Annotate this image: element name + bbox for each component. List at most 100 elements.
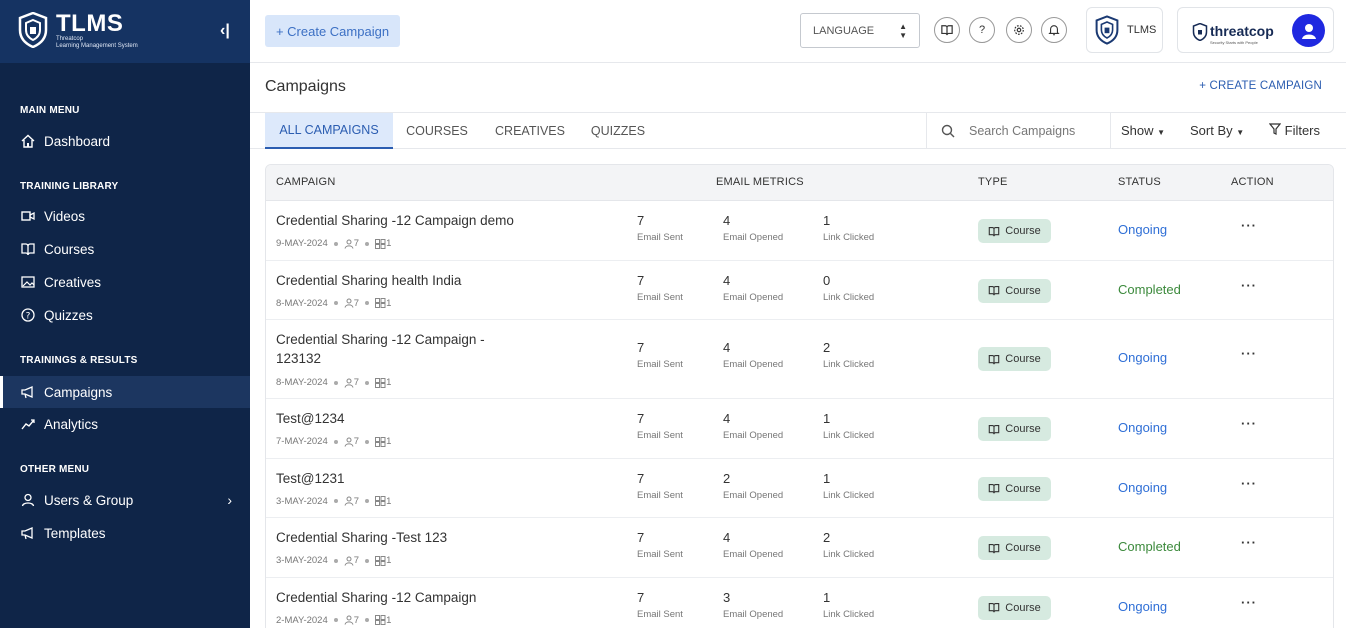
tlms-app-switch[interactable]: TLMS [1086, 7, 1163, 53]
group-count: 1 [375, 436, 391, 447]
user-count: 7 [344, 555, 359, 566]
metric-value: 3 [723, 589, 731, 605]
create-campaign-link[interactable]: + CREATE CAMPAIGN [1199, 80, 1322, 92]
tlms-shield-icon [1095, 15, 1119, 45]
table-row[interactable]: Credential Sharing -Test 123 3-MAY-2024 7 1… [266, 518, 1333, 578]
show-label: Show [1121, 123, 1154, 138]
metric-label: Email Opened [723, 430, 784, 441]
threatcop-profile[interactable]: threatcop Security Starts with People [1177, 7, 1334, 53]
group-count: 1 [375, 377, 391, 388]
status-badge: Ongoing [1118, 598, 1168, 614]
more-actions-icon[interactable]: ··· [1241, 595, 1257, 610]
sidebar-item-dashboard[interactable]: Dashboard [0, 125, 250, 157]
filters-button[interactable]: Filters [1268, 123, 1320, 138]
table-row[interactable]: Test@1234 7-MAY-2024 7 1 7 Email Sent 4 Email O… [266, 399, 1333, 459]
type-badge: Course [978, 278, 1051, 303]
sidebar-item-courses[interactable]: Courses [0, 233, 250, 265]
metric-email-opened: 4 Email Opened [723, 530, 783, 560]
section-title-main-menu: MAIN MENU [20, 105, 80, 116]
metric-value: 1 [823, 470, 831, 486]
more-actions-icon[interactable]: ··· [1241, 535, 1257, 550]
settings-gear-icon[interactable] [1006, 17, 1032, 43]
sidebar-item-label: Dashboard [44, 133, 111, 149]
header-status: STATUS [1118, 176, 1161, 188]
metric-label: Email Opened [723, 232, 784, 243]
table-row[interactable]: Credential Sharing -12 Campaign 2-MAY-202… [266, 578, 1333, 628]
sidebar-item-label: Videos [44, 208, 86, 224]
sidebar-item-users-group[interactable]: Users & Group › [0, 484, 250, 516]
metric-label: Email Sent [637, 291, 683, 303]
group-count: 1 [375, 298, 391, 309]
metric-label: Email Sent [637, 359, 683, 370]
app-name: TLMS [56, 10, 124, 37]
metric-label: Link Clicked [823, 608, 875, 620]
separator-dot [365, 301, 370, 305]
campaign-name[interactable]: Test@1234 [276, 409, 516, 428]
table-row[interactable]: Credential Sharing health India 8-MAY-202… [266, 261, 1333, 320]
search-box[interactable]: Search Campaigns [926, 113, 1111, 149]
user-count-value: 7 [353, 297, 360, 309]
campaign-name[interactable]: Test@1231 [276, 469, 516, 488]
campaign-name[interactable]: Credential Sharing -Test 123 [276, 528, 516, 547]
collapse-sidebar-icon[interactable]: ‹| [220, 22, 230, 40]
create-campaign-button[interactable]: + Create Campaign [265, 15, 400, 47]
more-actions-icon[interactable]: ··· [1241, 476, 1257, 491]
sort-dropdown[interactable]: Sort By ▼ [1190, 123, 1244, 138]
group-count: 1 [375, 555, 391, 566]
tab-quizzes[interactable]: QUIZZES [585, 113, 651, 149]
group-count-icon [375, 377, 386, 388]
separator-dot [365, 558, 370, 563]
help-icon[interactable]: ? [969, 17, 995, 43]
sidebar-item-templates[interactable]: Templates [0, 517, 250, 549]
guide-book-icon[interactable] [934, 17, 960, 43]
group-count-value: 1 [386, 495, 392, 507]
metric-value: 4 [723, 530, 731, 545]
search-input[interactable]: Search Campaigns [969, 124, 1075, 138]
megaphone-icon [20, 525, 36, 541]
language-select[interactable]: LANGUAGE ▲ ▼ [800, 13, 920, 48]
campaign-name[interactable]: Credential Sharing -12 Campaign - 123132 [276, 330, 516, 368]
sidebar-item-label: Creatives [44, 274, 102, 290]
metric-value: 7 [637, 589, 645, 605]
campaign-name[interactable]: Credential Sharing -12 Campaign [276, 588, 516, 607]
campaign-name[interactable]: Credential Sharing health India [276, 271, 516, 290]
more-actions-icon[interactable]: ··· [1241, 218, 1257, 233]
more-actions-icon[interactable]: ··· [1241, 278, 1257, 293]
course-book-icon [989, 354, 1000, 364]
campaign-name[interactable]: Credential Sharing -12 Campaign demo [276, 211, 516, 230]
tab-all-campaigns[interactable]: ALL CAMPAIGNS [265, 113, 393, 149]
separator-dot [365, 241, 370, 246]
metric-label: Link Clicked [823, 430, 875, 441]
sidebar-item-analytics[interactable]: Analytics [0, 408, 250, 440]
sidebar-item-videos[interactable]: Videos [0, 200, 250, 232]
show-dropdown[interactable]: Show ▼ [1121, 123, 1165, 138]
table-row[interactable]: Credential Sharing -12 Campaign demo 9-MA… [266, 201, 1333, 261]
user-count-value: 7 [353, 614, 360, 626]
user-count-icon [344, 615, 354, 625]
book-icon [20, 241, 36, 257]
sidebar-item-quizzes[interactable]: ? Quizzes [0, 299, 250, 331]
metric-value: 7 [637, 213, 645, 228]
table-row[interactable]: Test@1231 3-MAY-2024 7 1 7 Email Sent 2 Email O… [266, 459, 1333, 518]
table-row[interactable]: Credential Sharing -12 Campaign - 123132… [266, 320, 1333, 399]
status-badge: Ongoing [1118, 350, 1168, 365]
more-actions-icon[interactable]: ··· [1241, 416, 1257, 431]
user-count-icon [344, 298, 354, 308]
sidebar-item-creatives[interactable]: Creatives [0, 266, 250, 298]
group-count-value: 1 [386, 297, 392, 309]
tab-courses[interactable]: COURSES [398, 113, 476, 149]
metric-link-clicked: 2 Link Clicked [823, 340, 874, 370]
avatar[interactable] [1292, 14, 1325, 47]
group-count-value: 1 [386, 555, 392, 566]
separator-dot [365, 380, 370, 385]
campaigns-table: CAMPAIGN EMAIL METRICS TYPE STATUS ACTIO… [265, 164, 1334, 628]
campaign-meta: 3-MAY-2024 7 1 [276, 496, 391, 507]
notification-bell-icon[interactable] [1041, 17, 1067, 43]
metric-email-sent: 7 Email Sent [637, 213, 683, 243]
sidebar-item-campaigns[interactable]: Campaigns [0, 376, 250, 408]
tab-creatives[interactable]: CREATIVES [490, 113, 570, 149]
topbar: + Create Campaign LANGUAGE ▲ ▼ ? TLMS thr… [250, 0, 1346, 63]
brand-name: threatcop [1210, 23, 1274, 39]
more-actions-icon[interactable]: ··· [1241, 346, 1257, 361]
metric-label: Email Opened [723, 359, 784, 370]
